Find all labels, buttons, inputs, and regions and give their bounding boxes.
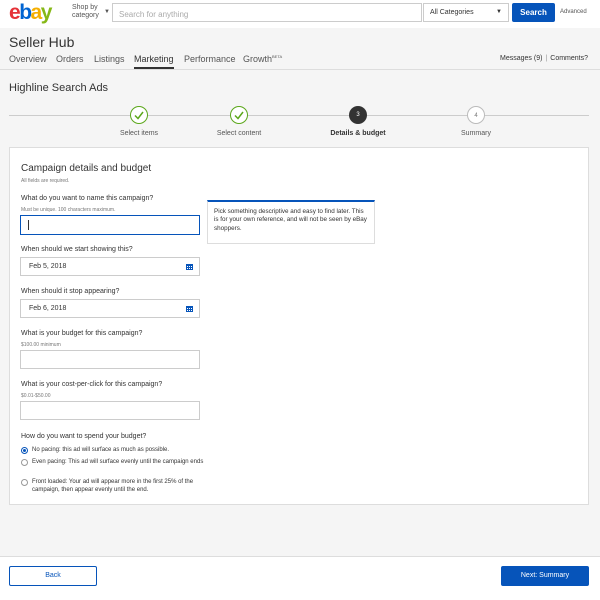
- campaign-name-hint: Must be unique. 100 characters maximum.: [21, 207, 116, 213]
- text-caret: [28, 220, 29, 230]
- page-title: Highline Search Ads: [9, 82, 109, 94]
- search-box: [112, 3, 422, 23]
- step-number: 4: [467, 106, 485, 124]
- hub-right-links: Messages (9) | Comments?: [500, 55, 588, 62]
- tab-overview[interactable]: Overview: [9, 54, 47, 64]
- step-summary: 4 Summary: [436, 103, 516, 137]
- calendar-icon[interactable]: [186, 264, 193, 270]
- ebay-logo[interactable]: ebay: [9, 2, 52, 24]
- back-button[interactable]: Back: [9, 566, 97, 586]
- search-button[interactable]: Search: [512, 3, 555, 22]
- start-date-label: When should we start showing this?: [21, 246, 133, 253]
- start-date-field[interactable]: Feb 5, 2018: [20, 257, 200, 276]
- campaign-name-field[interactable]: [20, 215, 200, 235]
- radio-label: Front loaded: Your ad will appear more i…: [32, 479, 194, 493]
- calendar-icon[interactable]: [186, 306, 193, 312]
- progress-stepper: Select items Select content 3 Details & …: [9, 103, 589, 143]
- search-input[interactable]: [113, 6, 421, 23]
- budget-field[interactable]: [20, 350, 200, 369]
- footer-bar: Back Next: Summary: [0, 556, 600, 600]
- step-select-content[interactable]: Select content: [199, 103, 279, 137]
- budget-label: What is your budget for this campaign?: [21, 330, 143, 337]
- campaign-form-card: Campaign details and budget All fields a…: [9, 147, 589, 505]
- tab-growth[interactable]: GrowthBETA: [243, 54, 282, 64]
- step-number: 3: [349, 106, 367, 124]
- tab-listings[interactable]: Listings: [94, 54, 125, 64]
- beta-badge: BETA: [272, 54, 283, 59]
- step-label: Summary: [461, 130, 491, 137]
- radio-button[interactable]: [21, 447, 28, 454]
- step-label: Details & budget: [330, 130, 386, 137]
- divider: |: [545, 55, 548, 62]
- campaign-name-label: What do you want to name this campaign?: [21, 195, 154, 202]
- radio-label: Even pacing: This ad will surface evenly…: [32, 459, 204, 465]
- form-subtitle: All fields are required.: [21, 178, 70, 184]
- next-summary-button[interactable]: Next: Summary: [501, 566, 589, 586]
- category-select[interactable]: All Categories ▼: [423, 3, 509, 22]
- seller-hub-title: Seller Hub: [9, 34, 75, 50]
- step-details-budget: 3 Details & budget: [318, 103, 398, 137]
- cpc-hint: $0.01-$50.00: [21, 393, 51, 399]
- step-label: Select items: [119, 130, 159, 137]
- chevron-down-icon: ▼: [104, 9, 110, 15]
- top-bar: ebay Shop by category ▼ All Categories ▼…: [0, 0, 600, 28]
- cpc-label: What is your cost-per-click for this cam…: [21, 381, 163, 388]
- shop-by-category-button[interactable]: Shop by category ▼: [72, 4, 110, 20]
- help-tooltip: Pick something descriptive and easy to f…: [207, 200, 375, 244]
- advanced-search-link[interactable]: Advanced: [560, 9, 587, 15]
- form-title: Campaign details and budget: [21, 163, 152, 174]
- radio-label: No pacing: this ad will surface as much …: [32, 447, 170, 453]
- budget-hint: $100.00 minimum: [21, 342, 61, 348]
- cpc-field[interactable]: [20, 401, 200, 420]
- step-complete-icon: [230, 106, 248, 124]
- tab-performance[interactable]: Performance: [184, 54, 236, 64]
- seller-hub-bar: Seller Hub Overview Orders Listings Mark…: [0, 28, 600, 70]
- step-label: Select content: [216, 130, 262, 137]
- end-date-label: When should it stop appearing?: [21, 288, 120, 295]
- messages-link[interactable]: Messages (9): [500, 55, 542, 62]
- spend-label: How do you want to spend your budget?: [21, 433, 147, 440]
- tab-marketing[interactable]: Marketing: [134, 54, 174, 69]
- chevron-down-icon: ▼: [496, 9, 502, 15]
- step-select-items[interactable]: Select items: [99, 103, 179, 137]
- end-date-field[interactable]: Feb 6, 2018: [20, 299, 200, 318]
- radio-button[interactable]: [21, 459, 28, 466]
- step-complete-icon: [130, 106, 148, 124]
- comments-link[interactable]: Comments?: [550, 55, 588, 62]
- radio-button[interactable]: [21, 479, 28, 486]
- tab-orders[interactable]: Orders: [56, 54, 84, 64]
